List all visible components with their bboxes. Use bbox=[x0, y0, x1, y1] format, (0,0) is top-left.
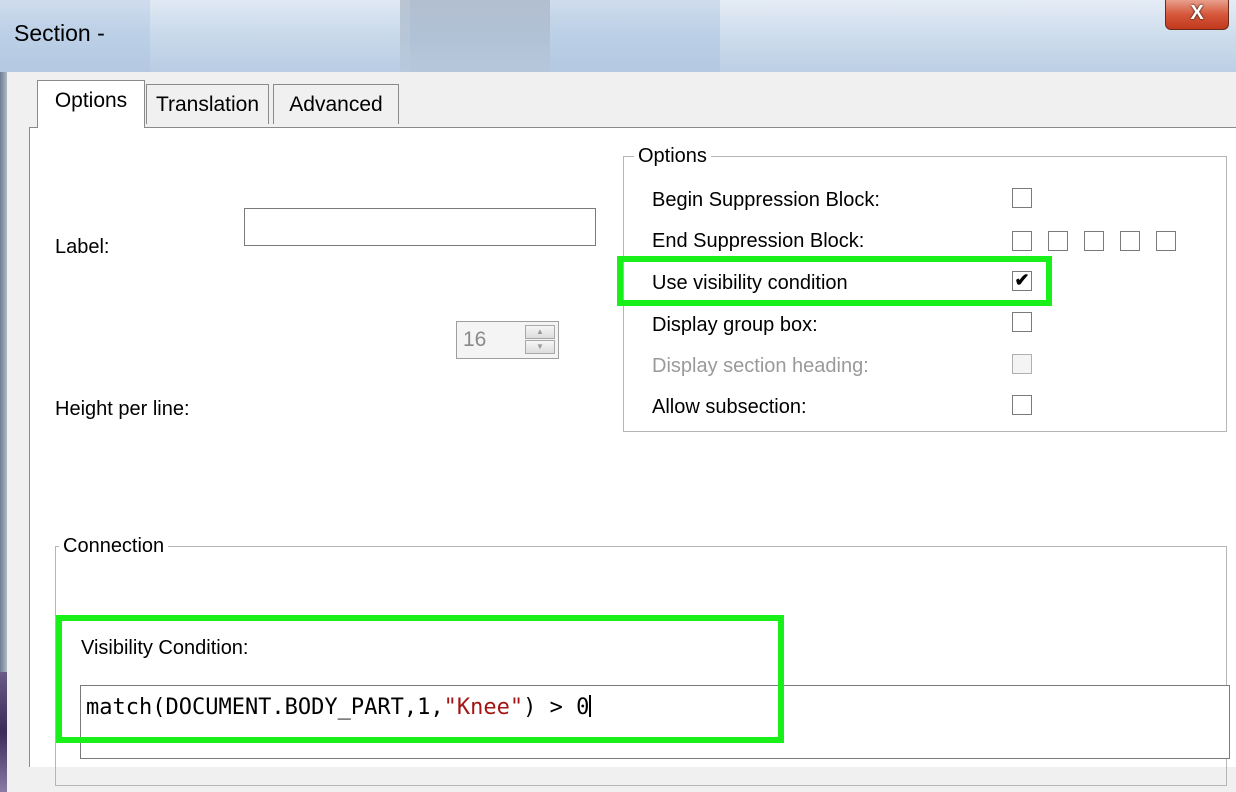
end-suppression-block-label: End Suppression Block: bbox=[652, 230, 865, 252]
options-group-title: Options bbox=[634, 145, 711, 168]
display-section-heading-label: Display section heading: bbox=[652, 355, 869, 377]
visibility-condition-highlight bbox=[56, 615, 784, 743]
tab-advanced[interactable]: Advanced bbox=[273, 84, 399, 124]
tab-translation[interactable]: Translation bbox=[146, 84, 269, 124]
close-icon: X bbox=[1190, 2, 1204, 24]
background-window-edge bbox=[0, 672, 7, 792]
visibility-option-highlight bbox=[617, 256, 1052, 306]
begin-suppression-block-label: Begin Suppression Block: bbox=[652, 189, 880, 211]
height-per-line-spinner[interactable]: 16 ▲ ▼ bbox=[456, 321, 559, 359]
display-section-heading-checkbox bbox=[1012, 354, 1032, 374]
height-per-line-label: Height per line: bbox=[55, 398, 190, 420]
title-bar[interactable]: Section - X bbox=[0, 0, 1236, 72]
end-suppression-block-checkbox-4[interactable] bbox=[1120, 231, 1140, 251]
label-field-label: Label: bbox=[55, 236, 110, 258]
title-bar-glass bbox=[400, 0, 550, 72]
tab-options[interactable]: Options bbox=[37, 80, 145, 128]
begin-suppression-block-checkbox[interactable] bbox=[1012, 188, 1032, 208]
background-window-edge bbox=[0, 72, 7, 792]
window-title: Section - bbox=[14, 20, 105, 46]
end-suppression-block-checkbox[interactable] bbox=[1012, 231, 1032, 251]
title-bar-glass bbox=[720, 0, 1236, 72]
display-group-box-checkbox[interactable] bbox=[1012, 312, 1032, 332]
title-bar-glass bbox=[150, 0, 410, 72]
allow-subsection-checkbox[interactable] bbox=[1012, 395, 1032, 415]
end-suppression-block-checkbox-3[interactable] bbox=[1084, 231, 1104, 251]
end-suppression-block-checkbox-2[interactable] bbox=[1048, 231, 1068, 251]
label-input[interactable] bbox=[244, 208, 596, 246]
height-per-line-value: 16 bbox=[463, 328, 487, 351]
close-button[interactable]: X bbox=[1165, 0, 1229, 30]
spin-up-icon[interactable]: ▲ bbox=[525, 325, 555, 339]
connection-group-title: Connection bbox=[59, 535, 169, 558]
allow-subsection-label: Allow subsection: bbox=[652, 396, 807, 418]
display-group-box-label: Display group box: bbox=[652, 314, 818, 336]
end-suppression-block-checkbox-5[interactable] bbox=[1156, 231, 1176, 251]
spin-down-icon[interactable]: ▼ bbox=[525, 340, 555, 354]
